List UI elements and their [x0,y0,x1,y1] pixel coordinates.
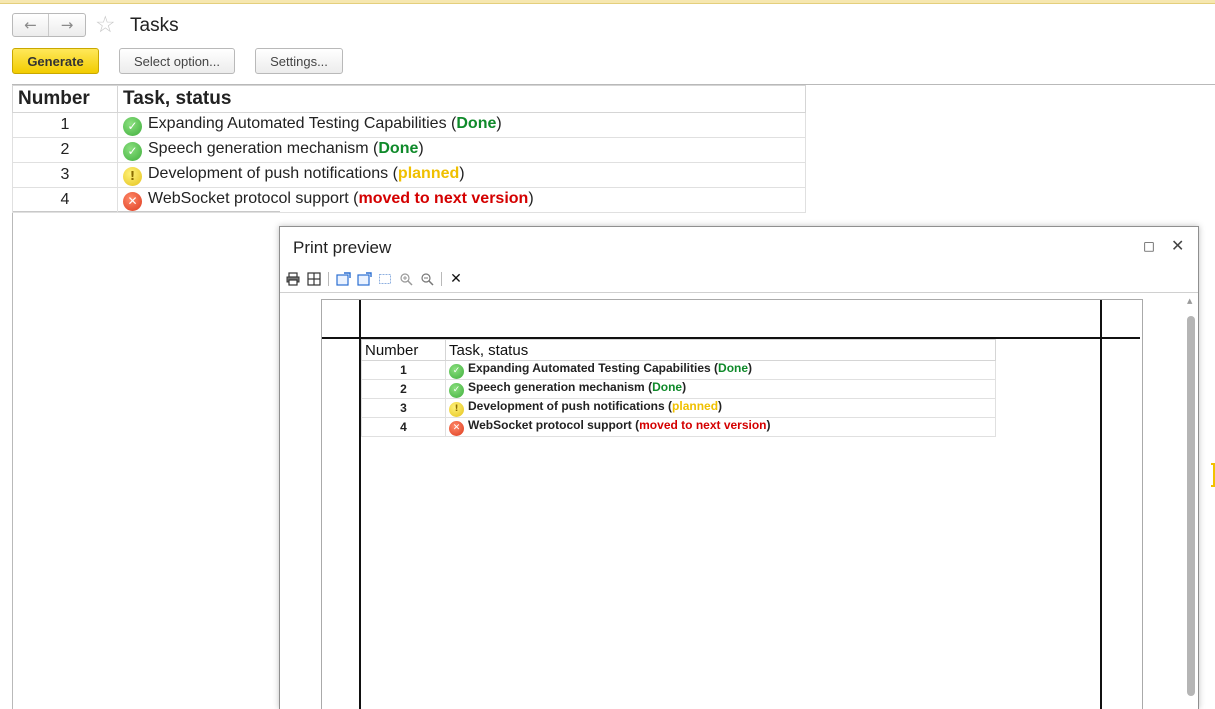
print-preview-window: Print preview □ ✕ ✕ Number Task, status … [279,226,1199,709]
check-circle-icon: ✓ [449,364,464,379]
report-table: Number Task, status 1 ✓ Expanding Automate… [12,85,806,213]
scroll-up-icon[interactable]: ▲ [1187,297,1192,305]
row-task-status: ! Development of push notifications (plan… [117,162,806,188]
toolbar-separator [328,272,329,286]
maximize-icon[interactable]: □ [1143,240,1155,252]
preview-row-number: 4 [361,417,446,437]
preview-row-task-status: ✓ Speech generation mechanism (Done) [445,379,996,399]
page-setup-icon[interactable] [305,270,323,288]
row-task-status: ✕ WebSocket protocol support (moved to ne… [117,187,806,213]
zoom-in-icon[interactable] [397,270,415,288]
top-accent-line [0,0,1215,4]
preview-table-row: 4 ✕ WebSocket protocol support (moved to n… [361,417,996,437]
navigation-buttons: ← → [12,13,86,37]
table-row: 3! Development of push notifications (pla… [12,162,806,188]
scrollbar-thumb[interactable] [1187,316,1195,696]
preview-task-status: planned [672,399,719,413]
vertical-scrollbar[interactable]: ▲ [1184,293,1198,709]
zoom-out-icon[interactable] [418,270,436,288]
page-margin-right [1100,300,1102,709]
check-circle-icon: ✓ [123,116,142,136]
print-preview-title: Print preview [293,238,392,257]
row-number: 1 [12,112,118,138]
preview-canvas[interactable]: Number Task, status 1 ✓ Expanding Automate… [280,293,1184,709]
preview-column-header-number: Number [361,339,446,361]
row-number: 2 [12,137,118,163]
preview-page: Number Task, status 1 ✓ Expanding Automate… [321,299,1143,709]
task-status: moved to next version [358,189,529,207]
task-status: Done [456,114,497,132]
row-task-status: ✓ Speech generation mechanism (Done) [117,137,806,163]
preview-column-header-task-status: Task, status [445,339,996,361]
preview-task-name: Speech generation mechanism [468,380,645,394]
preview-row-number: 2 [361,379,446,399]
print-icon[interactable] [284,270,302,288]
print-preview-toolbar: ✕ [284,270,465,288]
forward-arrow-icon: → [60,16,74,34]
preview-table-row: 1 ✓ Expanding Automated Testing Capabiliti… [361,360,996,380]
preview-row-task-status: ✓ Expanding Automated Testing Capabilitie… [445,360,996,380]
row-number: 3 [12,162,118,188]
export-icon[interactable] [334,270,352,288]
table-row: 2 ✓ Speech generation mechanism (Done) [12,137,806,163]
page-title: Tasks [130,15,179,36]
task-name: WebSocket protocol support [148,189,349,207]
x-circle-icon: ✕ [123,191,142,211]
table-row: 1 ✓ Expanding Automated Testing Capabiliti… [12,112,806,138]
close-icon[interactable]: ✕ [1171,237,1184,255]
preview-row-number: 3 [361,398,446,418]
settings-button[interactable]: Settings... [255,48,343,74]
preview-task-name: Development of push notifications [468,399,665,413]
toolbar-separator [441,272,442,286]
task-name: Speech generation mechanism [148,139,369,157]
preview-task-name: Expanding Automated Testing Capabilities [468,361,711,375]
task-name: Expanding Automated Testing Capabilities [148,114,447,132]
preview-table-row: 2 ✓ Speech generation mechanism (Done) [361,379,996,399]
table-row: 4 ✕ WebSocket protocol support (moved to n… [12,187,806,213]
generate-button[interactable]: Generate [12,48,99,74]
column-header-task-status: Task, status [117,85,806,113]
back-arrow-icon: ← [24,16,37,34]
preview-task-name: WebSocket protocol support [468,418,632,432]
row-number: 4 [12,187,118,213]
task-status: Done [378,139,419,157]
selection-marker [1211,463,1215,487]
preview-row-task-status: ! Development of push notifications (plan… [445,398,996,418]
exclamation-circle-icon: ! [123,166,142,186]
favorite-star-icon[interactable]: ☆ [95,12,116,38]
x-circle-icon: ✕ [449,421,464,436]
close-preview-icon[interactable]: ✕ [447,270,465,288]
forward-button[interactable]: → [49,14,85,36]
check-circle-icon: ✓ [123,141,142,161]
preview-row-task-status: ✕ WebSocket protocol support (moved to ne… [445,417,996,437]
row-task-status: ✓ Expanding Automated Testing Capabilitie… [117,112,806,138]
select-option-button[interactable]: Select option... [119,48,235,74]
preview-report-table: Number Task, status 1 ✓ Expanding Automate… [361,339,996,437]
column-header-number: Number [12,85,118,113]
task-name: Development of push notifications [148,164,389,182]
fit-page-icon[interactable] [376,270,394,288]
preview-task-status: Done [652,380,683,394]
preview-table-row: 3! Development of push notifications (pla… [361,398,996,418]
check-circle-icon: ✓ [449,383,464,398]
preview-task-status: moved to next version [639,418,767,432]
preview-row-number: 1 [361,360,446,380]
export-alt-icon[interactable] [355,270,373,288]
task-status: planned [397,164,460,182]
exclamation-circle-icon: ! [449,402,464,417]
preview-task-status: Done [718,361,749,375]
back-button[interactable]: ← [13,14,49,36]
